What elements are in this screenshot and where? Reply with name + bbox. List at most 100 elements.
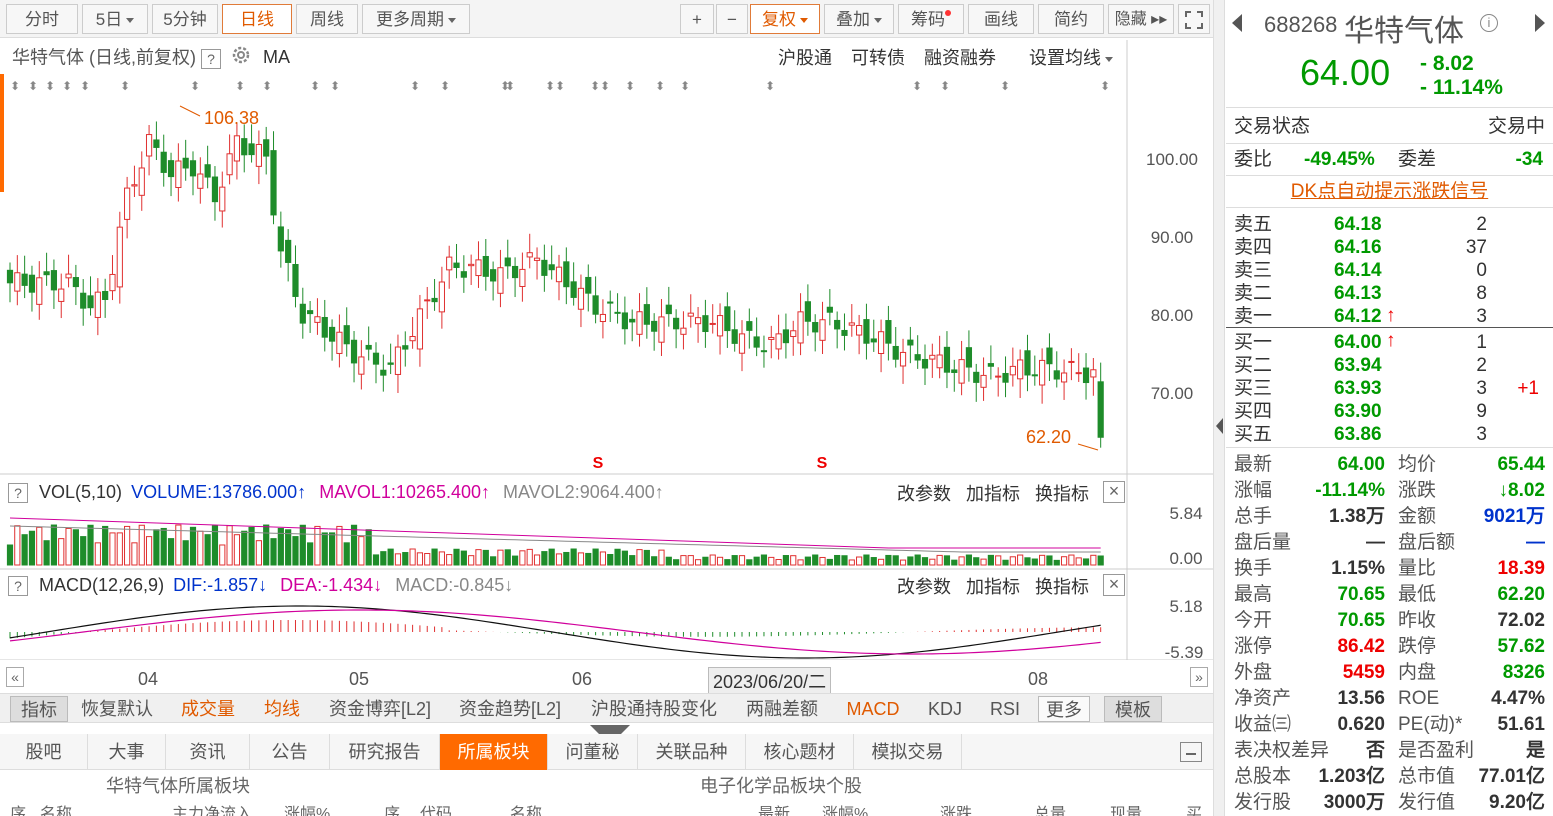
event-marker-icon: ⬍ — [600, 79, 610, 93]
col-change[interactable]: 涨幅% — [284, 800, 330, 816]
event-marker-icon: ⬍ — [912, 79, 922, 93]
macd-add-indicator[interactable]: 加指标 — [966, 577, 1020, 597]
ask-price[interactable]: 64.16 — [1334, 236, 1382, 260]
tab-news[interactable]: 资讯 — [166, 734, 250, 770]
macd-edit-params[interactable]: 改参数 — [897, 577, 951, 597]
tab-more[interactable]: 更多 — [1038, 696, 1090, 722]
tab-research[interactable]: 研究报告 — [330, 734, 440, 770]
tab-fund-trend[interactable]: 资金趋势[L2] — [452, 696, 568, 722]
wb-label: 委比 — [1234, 149, 1273, 170]
tab-related[interactable]: 关联品种 — [638, 734, 746, 770]
panel-splitter[interactable] — [1213, 0, 1225, 816]
candle-body — [987, 363, 994, 367]
bid-price[interactable]: 63.94 — [1334, 354, 1382, 378]
col-name-2[interactable]: 名称 — [510, 800, 542, 816]
candle-body — [870, 338, 877, 343]
chart-area: 分时 5日 5分钟 日线 周线 更多周期 + − 复权 叠加 筹码 画线 简约 … — [0, 0, 1213, 816]
stat-value: 18.39 — [1497, 558, 1545, 579]
scroll-right-icon[interactable]: » — [1190, 667, 1208, 687]
col-code[interactable]: 代码 — [420, 800, 452, 816]
col-current[interactable]: 现量 — [1110, 800, 1142, 816]
col-no-2[interactable]: 序 — [384, 800, 400, 816]
down-arrow-icon: ↓ — [504, 575, 514, 595]
dk-signal-link[interactable]: DK点自动提示涨跌信号 — [1226, 176, 1553, 208]
col-latest[interactable]: 最新 — [758, 800, 790, 816]
tab-macd[interactable]: MACD — [838, 696, 908, 722]
candle-body — [504, 257, 511, 267]
collapse-handle[interactable] — [590, 723, 630, 735]
quote-stats: 最新 64.00 均价 65.44 涨幅 -11.14% 涨跌 ↓8.02 总手 1… — [1226, 452, 1553, 816]
bid-price[interactable]: 63.90 — [1334, 400, 1382, 424]
col-net-inflow[interactable]: 主力净流入 — [172, 800, 252, 816]
download-icon[interactable] — [1180, 742, 1202, 762]
tab-ask-secretary[interactable]: 问董秘 — [548, 734, 638, 770]
candle-body — [226, 153, 233, 176]
vol-add-indicator[interactable]: 加指标 — [966, 484, 1020, 504]
col-name[interactable]: 名称 — [40, 800, 72, 816]
col-diff[interactable]: 涨跌 — [940, 800, 972, 816]
ask-price[interactable]: 64.13 — [1334, 282, 1382, 306]
macd-help-button[interactable]: ? — [8, 576, 28, 597]
tab-hk-holding[interactable]: 沪股通持股变化 — [584, 696, 724, 722]
tab-forum[interactable]: 股吧 — [0, 734, 88, 770]
candle-body — [350, 339, 358, 364]
tab-themes[interactable]: 核心题材 — [746, 734, 854, 770]
info-icon[interactable]: i — [1480, 14, 1498, 32]
macd-value: MACD:-0.845 — [395, 575, 505, 595]
tab-reset[interactable]: 恢复默认 — [76, 696, 158, 722]
volume-bar — [592, 548, 599, 566]
candle-body — [570, 281, 577, 298]
macd-close-button[interactable]: × — [1103, 574, 1125, 596]
ask-volume: 3 — [1476, 306, 1487, 327]
tab-kdj[interactable]: KDJ — [920, 696, 970, 722]
stat-value: 4.47% — [1491, 688, 1545, 709]
candle-body — [307, 310, 314, 315]
tab-sector[interactable]: 所属板块 — [440, 734, 548, 770]
ask-volume: 37 — [1465, 237, 1487, 258]
tab-fund-game[interactable]: 资金博弈[L2] — [322, 696, 438, 722]
bid-price[interactable]: 64.00 — [1334, 331, 1382, 355]
bid-price[interactable]: 63.86 — [1334, 423, 1382, 447]
volume-bar — [907, 556, 914, 566]
col-total[interactable]: 总量 — [1034, 800, 1066, 816]
high-arrow-icon — [179, 105, 201, 117]
tab-rsi[interactable]: RSI — [982, 696, 1028, 722]
volume-bar — [636, 549, 643, 566]
vol-name: VOL(5,10) — [39, 482, 123, 502]
macd-switch-indicator[interactable]: 换指标 — [1035, 577, 1089, 597]
scroll-left-icon[interactable]: « — [6, 667, 24, 687]
volume-bar — [841, 555, 848, 566]
volume-bar — [36, 526, 43, 566]
tab-indicator[interactable]: 指标 — [10, 696, 68, 722]
candle-body — [731, 329, 738, 344]
tab-ma[interactable]: 均线 — [256, 696, 308, 722]
ask-price[interactable]: 64.14 — [1334, 259, 1382, 283]
volume-bar — [145, 536, 153, 566]
col-change-2[interactable]: 涨幅% — [822, 800, 868, 816]
volume-bar — [797, 559, 804, 566]
col-no[interactable]: 序 — [10, 800, 26, 816]
vol-help-button[interactable]: ? — [8, 483, 28, 504]
tab-template[interactable]: 模板 — [1104, 696, 1162, 722]
tab-volume[interactable]: 成交量 — [172, 696, 244, 722]
candle-body — [511, 265, 519, 279]
tab-sim-trade[interactable]: 模拟交易 — [854, 734, 962, 770]
tab-announcements[interactable]: 公告 — [250, 734, 330, 770]
candle-body — [72, 277, 79, 288]
ask-price[interactable]: 64.18 — [1334, 213, 1382, 237]
bid-price[interactable]: 63.93 — [1334, 377, 1382, 401]
event-marker-icon: ⬍ — [555, 79, 565, 93]
vol-switch-indicator[interactable]: 换指标 — [1035, 484, 1089, 504]
tab-events[interactable]: 大事 — [88, 734, 166, 770]
prev-stock-icon[interactable] — [1232, 14, 1242, 32]
vol-edit-params[interactable]: 改参数 — [897, 484, 951, 504]
vol-close-button[interactable]: × — [1103, 481, 1125, 503]
candle-body — [204, 164, 211, 178]
col-buy[interactable]: 买 — [1186, 800, 1202, 816]
next-stock-icon[interactable] — [1535, 14, 1545, 32]
candle-body — [585, 276, 592, 294]
price-change: - 8.02 — [1420, 52, 1474, 75]
ask-price[interactable]: 64.12 — [1334, 305, 1382, 329]
tab-margin-diff[interactable]: 两融差额 — [738, 696, 826, 722]
candlestick-chart[interactable]: ⬍ ⬍ ⬍ ⬍ ⬍ ⬍ ⬍ ⬍ ⬍ ⬍ ⬍ ⬍ ⬍ ⬍⬍ ⬍ ⬍ ⬍ ⬍ ⬍ ⬍ ⬍ ⬍ ⬍ ⬍ ⬍ ⬍ 100.00 90.00… — [0, 0, 1213, 660]
